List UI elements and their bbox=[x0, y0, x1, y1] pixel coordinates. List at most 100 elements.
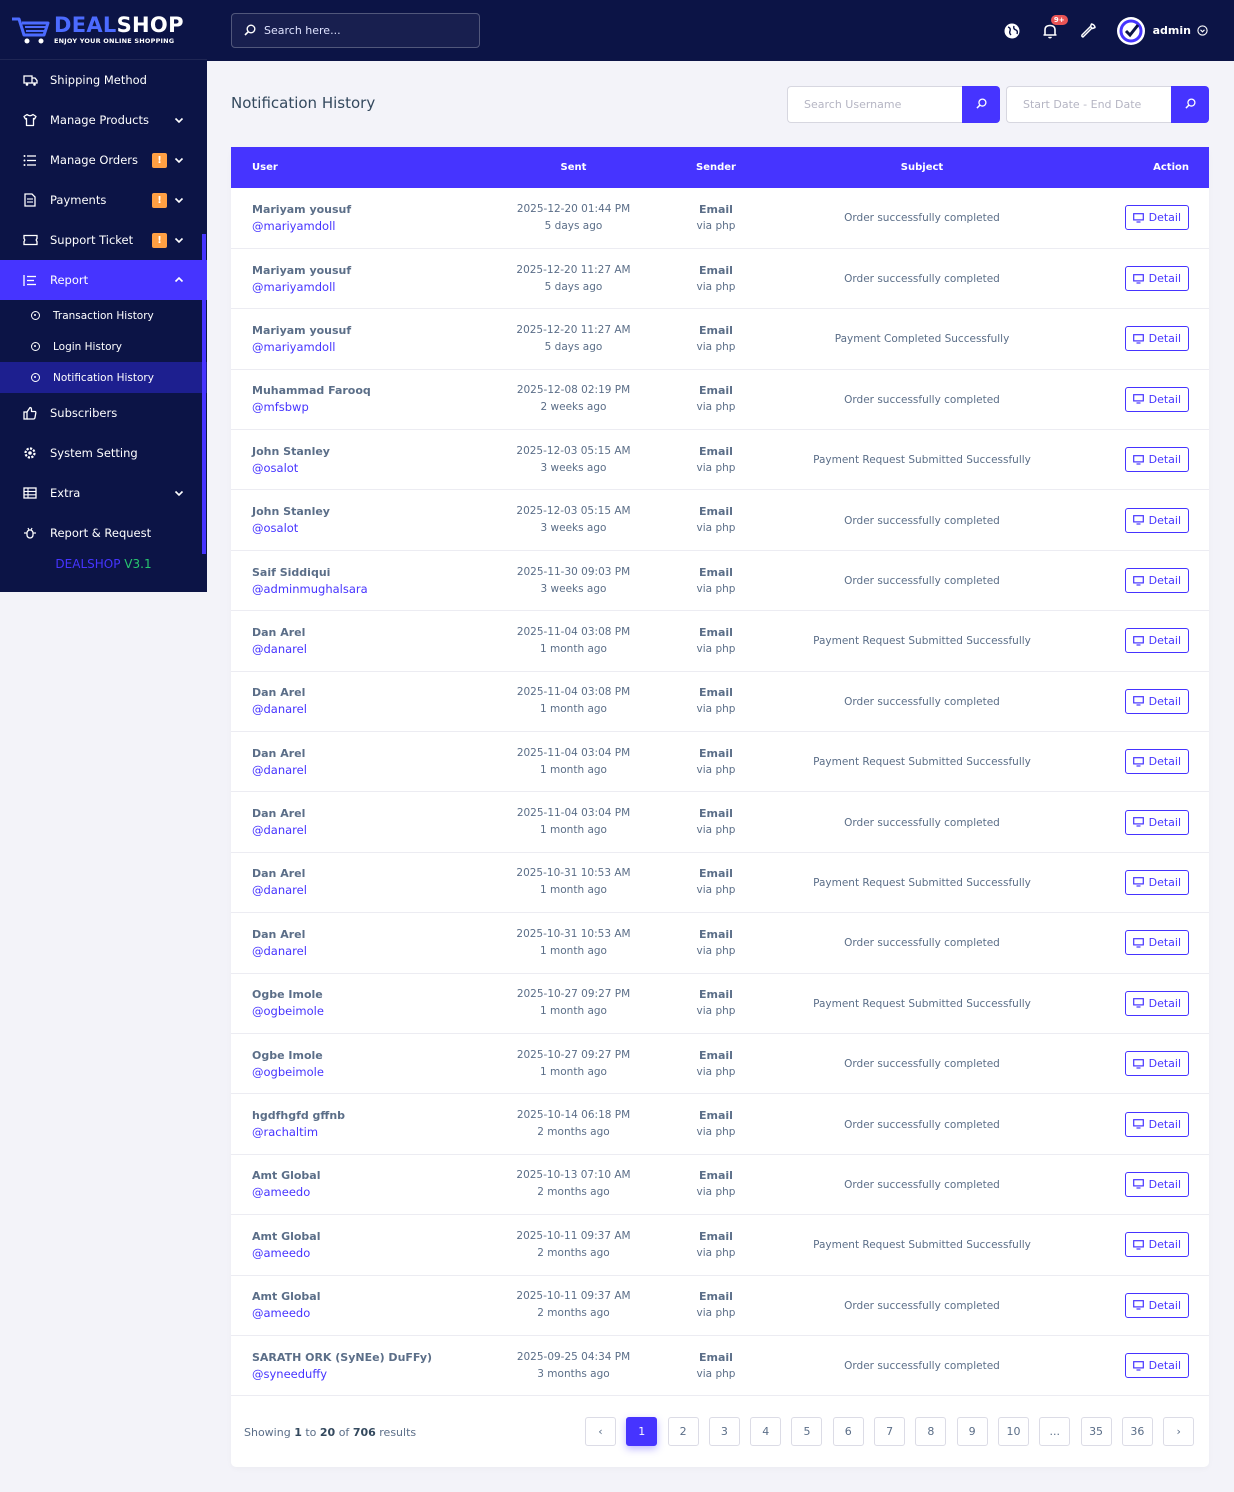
sidebar-item-shipping-method[interactable]: Shipping Method bbox=[0, 60, 207, 100]
page-35[interactable]: 35 bbox=[1080, 1417, 1112, 1446]
user-handle-link[interactable]: @ameedo bbox=[252, 1305, 471, 1322]
user-handle-link[interactable]: @rachaltim bbox=[252, 1124, 471, 1141]
cell-subject: Order successfully completed bbox=[756, 792, 1088, 852]
cell-action: Detail bbox=[1088, 1033, 1209, 1093]
sidebar-subitem-notification-history[interactable]: Notification History bbox=[0, 362, 207, 393]
user-handle-link[interactable]: @ogbeimole bbox=[252, 1003, 471, 1020]
bell-icon[interactable]: 9+ bbox=[1039, 14, 1068, 42]
sender-type: Email bbox=[699, 565, 733, 579]
user-handle-link[interactable]: @danarel bbox=[252, 762, 471, 779]
global-search bbox=[231, 13, 480, 48]
user-handle-link[interactable]: @mariyamdoll bbox=[252, 279, 471, 296]
detail-button[interactable]: Detail bbox=[1124, 628, 1189, 654]
sidebar-item-subscribers[interactable]: Subscribers bbox=[0, 393, 207, 433]
user-handle-link[interactable]: @danarel bbox=[252, 882, 471, 899]
user-handle-link[interactable]: @osalot bbox=[252, 460, 471, 477]
detail-button[interactable]: Detail bbox=[1124, 930, 1189, 956]
sidebar-item-manage-products[interactable]: Manage Products bbox=[0, 100, 207, 140]
cell-sent: 2025-10-11 09:37 AM 2 months ago bbox=[471, 1275, 676, 1335]
page-1[interactable]: 1 bbox=[626, 1417, 658, 1446]
detail-button[interactable]: Detail bbox=[1124, 1232, 1189, 1258]
detail-button[interactable]: Detail bbox=[1124, 1111, 1189, 1137]
sidebar-item-system-setting[interactable]: System Setting bbox=[0, 433, 207, 473]
sidebar-item-extra[interactable]: Extra bbox=[0, 473, 207, 513]
gear-icon bbox=[22, 445, 38, 461]
page-prev-button[interactable]: ‹ bbox=[585, 1417, 616, 1446]
detail-button[interactable]: Detail bbox=[1124, 688, 1189, 714]
detail-button[interactable]: Detail bbox=[1124, 809, 1189, 835]
user-handle-link[interactable]: @syneeduffy bbox=[252, 1366, 471, 1383]
sidebar-item-report-request[interactable]: Report & Request bbox=[0, 513, 207, 553]
sidebar-item-support-ticket[interactable]: Support Ticket ! bbox=[0, 220, 207, 260]
cell-sent: 2025-11-04 03:04 PM 1 month ago bbox=[471, 732, 676, 792]
sidebar-subitem-login-history[interactable]: Login History bbox=[0, 331, 207, 362]
sent-datetime: 2025-10-27 09:27 PM bbox=[516, 1048, 631, 1061]
user-handle-link[interactable]: @mariyamdoll bbox=[252, 339, 471, 356]
user-handle-link[interactable]: @mariyamdoll bbox=[252, 218, 471, 235]
detail-button[interactable]: Detail bbox=[1124, 990, 1189, 1016]
search-input[interactable] bbox=[264, 24, 464, 37]
sidebar-item-report[interactable]: Report bbox=[0, 260, 207, 300]
page-5[interactable]: 5 bbox=[791, 1417, 823, 1446]
subject-text: Payment Request Submitted Successfully bbox=[813, 756, 1031, 769]
user-handle-link[interactable]: @ameedo bbox=[252, 1184, 471, 1201]
page-next-button[interactable]: › bbox=[1163, 1417, 1195, 1446]
sidebar-scrollbar[interactable] bbox=[202, 234, 206, 554]
page-2[interactable]: 2 bbox=[667, 1417, 699, 1446]
user-handle-link[interactable]: @danarel bbox=[252, 641, 471, 658]
username-search-button[interactable] bbox=[962, 86, 1000, 123]
user-handle-link[interactable]: @osalot bbox=[252, 520, 471, 537]
detail-button[interactable]: Detail bbox=[1124, 326, 1189, 352]
user-handle-link[interactable]: @ogbeimole bbox=[252, 1064, 471, 1081]
detail-button[interactable]: Detail bbox=[1124, 205, 1189, 231]
page-4[interactable]: 4 bbox=[750, 1417, 782, 1446]
subject-text: Order successfully completed bbox=[844, 575, 1000, 588]
page-10[interactable]: 10 bbox=[997, 1417, 1029, 1446]
detail-button[interactable]: Detail bbox=[1124, 447, 1189, 473]
page-6[interactable]: 6 bbox=[832, 1417, 864, 1446]
table-row: Ogbe Imole @ogbeimole 2025-10-27 09:27 PM 1… bbox=[231, 973, 1209, 1034]
user-handle-link[interactable]: @ameedo bbox=[252, 1245, 471, 1262]
user-handle-link[interactable]: @adminmughalsara bbox=[252, 581, 471, 598]
user-menu[interactable]: admin bbox=[1116, 16, 1208, 45]
sender-type: Email bbox=[699, 1109, 733, 1123]
sidebar-item-payments[interactable]: Payments ! bbox=[0, 180, 207, 220]
user-handle-link[interactable]: @danarel bbox=[252, 701, 471, 718]
logo[interactable]: DEALSHOP ENJOY YOUR ONLINE SHOPPING bbox=[0, 0, 207, 60]
sidebar-item-manage-orders[interactable]: Manage Orders ! bbox=[0, 140, 207, 180]
shirt-icon bbox=[22, 112, 38, 128]
detail-button[interactable]: Detail bbox=[1124, 507, 1189, 533]
sender-via: via php bbox=[696, 280, 736, 293]
page-7[interactable]: 7 bbox=[874, 1417, 906, 1446]
page-3[interactable]: 3 bbox=[708, 1417, 740, 1446]
user-handle-link[interactable]: @danarel bbox=[252, 822, 471, 839]
globe-icon[interactable] bbox=[1001, 20, 1023, 42]
detail-button[interactable]: Detail bbox=[1124, 749, 1189, 775]
detail-button[interactable]: Detail bbox=[1124, 869, 1189, 895]
sidebar-subitem-transaction-history[interactable]: Transaction History bbox=[0, 300, 207, 331]
detail-button[interactable]: Detail bbox=[1124, 386, 1189, 412]
sent-datetime: 2025-09-25 04:34 PM bbox=[516, 1350, 631, 1363]
date-search-button[interactable] bbox=[1171, 86, 1209, 123]
detail-button[interactable]: Detail bbox=[1124, 266, 1189, 292]
detail-button[interactable]: Detail bbox=[1124, 568, 1189, 594]
cell-sender: Email via php bbox=[676, 1275, 756, 1335]
user-handle-link[interactable]: @mfsbwp bbox=[252, 399, 471, 416]
detail-button[interactable]: Detail bbox=[1124, 1353, 1189, 1379]
user-fullname: Dan Arel bbox=[252, 867, 306, 881]
user-fullname: Mariyam yousuf bbox=[252, 263, 352, 277]
detail-label: Detail bbox=[1148, 634, 1181, 648]
page-36[interactable]: 36 bbox=[1121, 1417, 1153, 1446]
cell-user: Dan Arel @danarel bbox=[231, 792, 471, 852]
detail-button[interactable]: Detail bbox=[1124, 1171, 1189, 1197]
page-9[interactable]: 9 bbox=[956, 1417, 988, 1446]
search-icon bbox=[244, 21, 256, 40]
wrench-icon[interactable] bbox=[1077, 20, 1099, 42]
detail-button[interactable]: Detail bbox=[1124, 1292, 1189, 1318]
date-range-input[interactable] bbox=[1006, 86, 1171, 123]
detail-button[interactable]: Detail bbox=[1124, 1051, 1189, 1077]
page-8[interactable]: 8 bbox=[915, 1417, 947, 1446]
username-search-input[interactable] bbox=[787, 86, 962, 123]
user-handle-link[interactable]: @danarel bbox=[252, 943, 471, 960]
sender-type: Email bbox=[699, 1048, 733, 1062]
